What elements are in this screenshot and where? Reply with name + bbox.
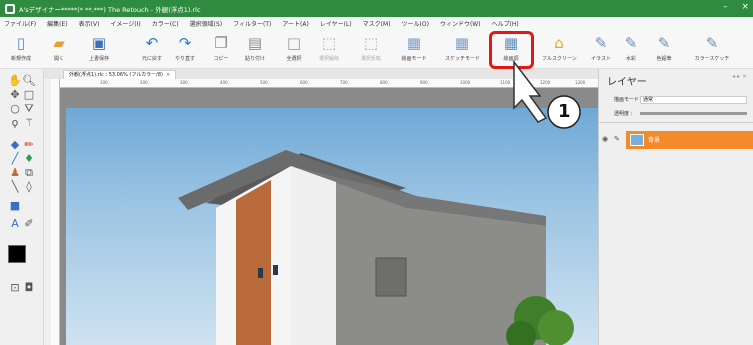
folder-icon: ▰ [53,34,65,52]
panel-menu-icon[interactable]: ◂ ▸ × [732,73,747,80]
eraser-icon[interactable]: ◆ [8,138,22,152]
selected-layer-item[interactable]: 背景 [626,131,753,149]
sketch-mode-icon: ▦ [454,34,470,52]
menu-bar: ファイル(F) 編集(E) 表示(V) イメージ(I) カラー(C) 選択領域(… [0,17,753,30]
zoom-tool-icon[interactable]: 🔍︎ [22,74,36,88]
paste-button[interactable]: ▤ 貼り付け [238,32,272,66]
minimize-button[interactable]: – [723,2,728,12]
save-icon: ▣ [91,34,107,52]
hand-tool-icon[interactable]: ✋ [8,74,22,88]
colored-pencil-icon: ✎ [657,34,671,52]
opacity-label: 透明度 : [614,111,633,117]
vertical-ruler [51,79,60,345]
ellipse-select-icon[interactable]: ○ [8,102,22,116]
menu-file[interactable]: ファイル(F) [4,19,36,28]
window-title: A'sデザイナー*****(* **.***) The Retouch - 外観… [19,5,201,14]
color-sketch-button[interactable]: ✎ カラースケッチ [690,32,734,66]
menu-window[interactable]: ウィンドウ(W) [440,19,481,28]
menu-layer[interactable]: レイヤー(L) [320,19,352,28]
edit-brush-icon[interactable]: ✎ [614,135,620,143]
lasso-icon[interactable]: ϙ [8,116,22,130]
gradient-icon[interactable]: ■ [8,199,22,213]
menu-selection[interactable]: 選択領域(S) [190,19,223,28]
open-button[interactable]: ▰ 開く [42,32,76,66]
color-sketch-icon: ✎ [705,34,719,52]
blend-mode-select[interactable]: 通常 [640,96,747,104]
undo-button[interactable]: ↶ 元に戻す [135,32,169,66]
blend-mode-label: 描画モード : [614,97,643,103]
layer-panel-title: レイヤー [607,77,647,88]
menu-color[interactable]: カラー(C) [152,19,179,28]
visibility-eye-icon[interactable]: ◉ [602,135,608,143]
copy-icon: ❐ [214,34,228,52]
menu-help[interactable]: ヘルプ(H) [492,19,519,28]
clone-icon[interactable]: ⧉ [22,166,36,180]
redo-button[interactable]: ↷ やり直す [168,32,202,66]
watercolor-button[interactable]: ✎ 水彩 [614,32,648,66]
select-all-button[interactable]: □ 全選択 [277,32,311,66]
menu-filter[interactable]: フィルター(T) [233,19,271,28]
brush-icon[interactable]: ╱ [8,152,22,166]
menu-view[interactable]: 表示(V) [79,19,100,28]
fill-icon[interactable]: ◊ [22,180,36,194]
menu-edit[interactable]: 編集(E) [47,19,67,28]
text-tool-icon[interactable]: A [8,217,22,231]
new-button[interactable]: ▯ 新規作成 [4,32,38,66]
document-tab-label: 外観(浮点1).rlc : 53.06% (フルカラー/8) [69,72,164,78]
deselect-button[interactable]: ⬚ 選択解除 [312,32,346,66]
title-bar: A'sデザイナー*****(* **.***) The Retouch - 外観… [0,0,753,17]
dropper-icon[interactable]: ♦ [22,152,36,166]
line-icon[interactable]: ╲ [8,180,22,194]
standard-mode-icon[interactable]: ⊡ [8,281,22,295]
callout-pointer [513,60,581,129]
eyedropper-icon[interactable]: ✐ [22,217,36,231]
callout-number: 1 [558,101,571,122]
watercolor-icon: ✎ [624,34,638,52]
opacity-slider[interactable] [640,112,747,115]
pencil-icon[interactable]: ✏ [22,138,36,152]
foreground-color-swatch[interactable] [8,245,26,263]
draw-mode-button[interactable]: ▦ 絵画モード [397,32,431,66]
document-tab[interactable]: 外観(浮点1).rlc : 53.06% (フルカラー/8) × [63,70,177,79]
tool-palette: ✋ 🔍︎ ✥ □ ○ ⛛ ϙ ⚚ ◆ ✏ ╱ ♦ ♟ ⧉ ╲ ◊ ■ A ✐ ⊡… [0,69,44,345]
layer-name: 背景 [648,137,661,144]
mask-mode-icon[interactable]: ◘ [22,281,36,295]
layer-row[interactable]: ◉ ✎ 背景 [598,131,753,149]
menu-mask[interactable]: マスク(M) [363,19,391,28]
undo-icon: ↶ [145,34,159,52]
move-tool-icon[interactable]: ✥ [8,88,22,102]
close-button[interactable]: × [741,2,749,12]
rect-select-icon[interactable]: □ [22,88,36,102]
copy-button[interactable]: ❐ コピー [204,32,238,66]
select-all-icon: □ [286,34,302,52]
sketch-mode-button[interactable]: ▦ スケッチモード [445,32,480,66]
menu-art[interactable]: アート(A) [282,19,308,28]
new-file-icon: ▯ [16,34,26,52]
invert-selection-icon: ⬚ [363,34,379,52]
menu-image[interactable]: イメージ(I) [110,19,140,28]
layer-thumbnail [630,134,644,146]
close-tab-icon[interactable]: × [166,72,170,78]
stamp-icon[interactable]: ♟ [8,166,22,180]
paste-icon: ▤ [247,34,263,52]
menu-tools[interactable]: ツール(O) [402,19,429,28]
illust-icon: ✎ [594,34,608,52]
invert-selection-button[interactable]: ⬚ 選択反転 [354,32,388,66]
magic-wand-icon[interactable]: ⚚ [22,116,36,130]
save-button[interactable]: ▣ 上書保存 [82,32,116,66]
home-icon: ⌂ [554,34,564,52]
layer-list-divider [598,122,753,123]
draw-mode-icon: ▦ [406,34,422,52]
deselect-icon: ⬚ [321,34,337,52]
redo-icon: ↷ [178,34,192,52]
main-toolbar: ▯ 新規作成 ▰ 開く ▣ 上書保存 ↶ 元に戻す ↷ やり直す ❐ コピー ▤ 貼り付け □… [0,30,753,69]
app-icon [5,3,15,14]
polygon-select-icon[interactable]: ⛛ [22,102,36,116]
colored-pencil-button[interactable]: ✎ 色鉛筆 [647,32,681,66]
